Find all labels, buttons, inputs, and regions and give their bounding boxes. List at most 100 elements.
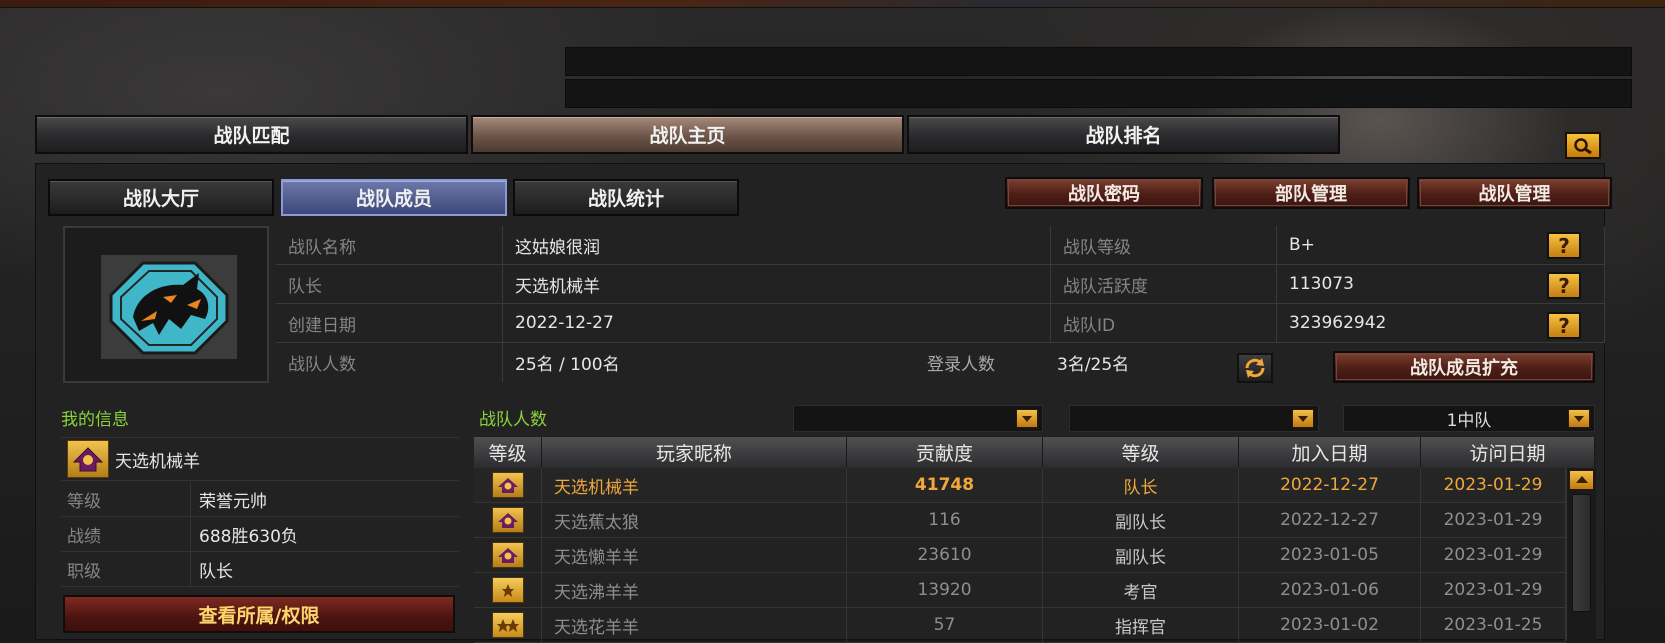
col-header-role[interactable]: 等级 <box>1043 437 1239 468</box>
refresh-button[interactable] <box>1237 353 1273 383</box>
cell-joined: 2023-01-05 <box>1239 538 1421 572</box>
team-activity-label: 战队活跃度 <box>1051 265 1277 304</box>
my-level-label: 等级 <box>61 482 191 517</box>
tab-team-home[interactable]: 战队主页 <box>471 115 904 154</box>
member-count-value: 25名 / 100名 <box>515 355 620 375</box>
cell-role: 指挥官 <box>1043 608 1239 642</box>
table-row[interactable]: 天选机械羊 41748 队长 2022-12-27 2023-01-29 <box>474 468 1566 503</box>
cell-contribution: 23610 <box>847 538 1043 572</box>
search-button[interactable] <box>1565 132 1601 159</box>
tab-team-ranking[interactable]: 战队排名 <box>907 115 1340 154</box>
team-emblem <box>101 255 237 359</box>
expand-members-button[interactable]: 战队成员扩充 <box>1333 351 1595 383</box>
cell-role: 副队长 <box>1043 538 1239 572</box>
chevron-down-icon <box>1568 409 1590 428</box>
marshal-badge-icon <box>67 440 109 478</box>
scroll-up-icon[interactable] <box>1569 470 1594 490</box>
cell-contribution: 41748 <box>847 468 1043 502</box>
members-scrollbar[interactable] <box>1566 468 1596 640</box>
refresh-icon <box>1245 358 1265 378</box>
chevron-down-icon <box>1292 409 1314 428</box>
cell-role: 副队长 <box>1043 503 1239 537</box>
team-leader-label: 队长 <box>276 265 503 304</box>
cell-rank <box>474 608 542 642</box>
squad-dropdown[interactable]: 1中队 <box>1343 405 1595 432</box>
created-date-value: 2022-12-27 <box>503 304 1051 343</box>
cell-joined: 2022-12-27 <box>1239 503 1421 537</box>
cell-contribution: 57 <box>847 608 1043 642</box>
panther-emblem-icon <box>109 261 229 355</box>
cell-role: 考官 <box>1043 573 1239 607</box>
cell-joined: 2023-01-02 <box>1239 608 1421 642</box>
tab-team-match[interactable]: 战队匹配 <box>35 115 468 154</box>
grade-help-button[interactable]: ? <box>1547 232 1581 259</box>
cell-visited: 2023-01-29 <box>1421 538 1566 572</box>
subtab-team-members[interactable]: 战队成员 <box>281 179 507 216</box>
my-info-player: 天选机械羊 <box>61 437 459 481</box>
team-grade-label: 战队等级 <box>1051 226 1277 265</box>
general-one-star-icon <box>491 577 524 603</box>
table-row[interactable]: 天选蕉太狼 116 副队长 2022-12-27 2023-01-29 <box>474 503 1566 538</box>
my-record-label: 战绩 <box>61 517 191 552</box>
team-emblem-frame <box>63 226 269 383</box>
marshal-badge-icon <box>491 472 524 498</box>
col-header-join-date[interactable]: 加入日期 <box>1239 437 1421 468</box>
login-count-label: 登录人数 <box>927 355 995 375</box>
view-affiliation-button[interactable]: 查看所属/权限 <box>63 595 455 633</box>
cell-contribution: 116 <box>847 503 1043 537</box>
member-count-label: 战队人数 <box>276 343 503 382</box>
scroll-thumb[interactable] <box>1572 494 1591 612</box>
top-frame-strip <box>0 0 1665 8</box>
cell-rank <box>474 573 542 607</box>
col-header-nickname[interactable]: 玩家昵称 <box>542 437 847 468</box>
table-row[interactable]: 天选沸羊羊 13920 考官 2023-01-06 2023-01-29 <box>474 573 1566 608</box>
team-name-value: 这姑娘很润 <box>503 226 1051 265</box>
marshal-badge-icon <box>491 542 524 568</box>
cell-nick: 天选花羊羊 <box>542 608 847 642</box>
my-level-value: 荣誉元帅 <box>191 482 459 517</box>
cell-joined: 2023-01-06 <box>1239 573 1421 607</box>
my-record-value: 688胜630负 <box>191 517 459 552</box>
cell-role: 队长 <box>1043 468 1239 502</box>
col-header-rank[interactable]: 等级 <box>474 437 542 468</box>
activity-help-button[interactable]: ? <box>1547 272 1581 299</box>
team-leader-value: 天选机械羊 <box>503 265 1051 304</box>
my-info-name: 天选机械羊 <box>115 451 200 472</box>
unit-management-button[interactable]: 部队管理 <box>1212 177 1410 209</box>
cell-visited: 2023-01-29 <box>1421 503 1566 537</box>
notice-bar-2 <box>565 79 1632 108</box>
notice-bar-1 <box>565 47 1632 76</box>
cell-nick: 天选蕉太狼 <box>542 503 847 537</box>
cell-rank <box>474 503 542 537</box>
cell-nick: 天选机械羊 <box>542 468 847 502</box>
search-icon <box>1574 137 1592 154</box>
my-rank-label: 职级 <box>61 552 191 587</box>
id-help-button[interactable]: ? <box>1547 312 1581 339</box>
cell-visited: 2023-01-29 <box>1421 468 1566 502</box>
created-date-label: 创建日期 <box>276 304 503 343</box>
members-list-title: 战队人数 <box>479 410 547 430</box>
subtab-team-stats[interactable]: 战队统计 <box>513 179 739 216</box>
subtab-team-hall[interactable]: 战队大厅 <box>48 179 274 216</box>
team-management-button[interactable]: 战队管理 <box>1417 177 1612 209</box>
col-header-visit-date[interactable]: 访问日期 <box>1421 437 1595 468</box>
chevron-down-icon <box>1016 409 1038 428</box>
filter-dropdown-1[interactable] <box>793 405 1043 432</box>
general-two-star-icon <box>491 612 524 638</box>
cell-visited: 2023-01-29 <box>1421 573 1566 607</box>
table-row[interactable]: 天选花羊羊 57 指挥官 2023-01-02 2023-01-25 <box>474 608 1566 643</box>
col-header-contribution[interactable]: 贡献度 <box>847 437 1043 468</box>
team-password-button[interactable]: 战队密码 <box>1005 177 1203 209</box>
my-info-title: 我的信息 <box>61 410 129 430</box>
cell-joined: 2022-12-27 <box>1239 468 1421 502</box>
team-name-label: 战队名称 <box>276 226 503 265</box>
cell-contribution: 13920 <box>847 573 1043 607</box>
marshal-badge-icon <box>491 507 524 533</box>
table-row[interactable]: 天选懒羊羊 23610 副队长 2023-01-05 2023-01-29 <box>474 538 1566 573</box>
cell-nick: 天选沸羊羊 <box>542 573 847 607</box>
cell-visited: 2023-01-25 <box>1421 608 1566 642</box>
my-rank-value: 队长 <box>191 552 459 587</box>
cell-rank <box>474 468 542 502</box>
cell-nick: 天选懒羊羊 <box>542 538 847 572</box>
filter-dropdown-2[interactable] <box>1069 405 1319 432</box>
